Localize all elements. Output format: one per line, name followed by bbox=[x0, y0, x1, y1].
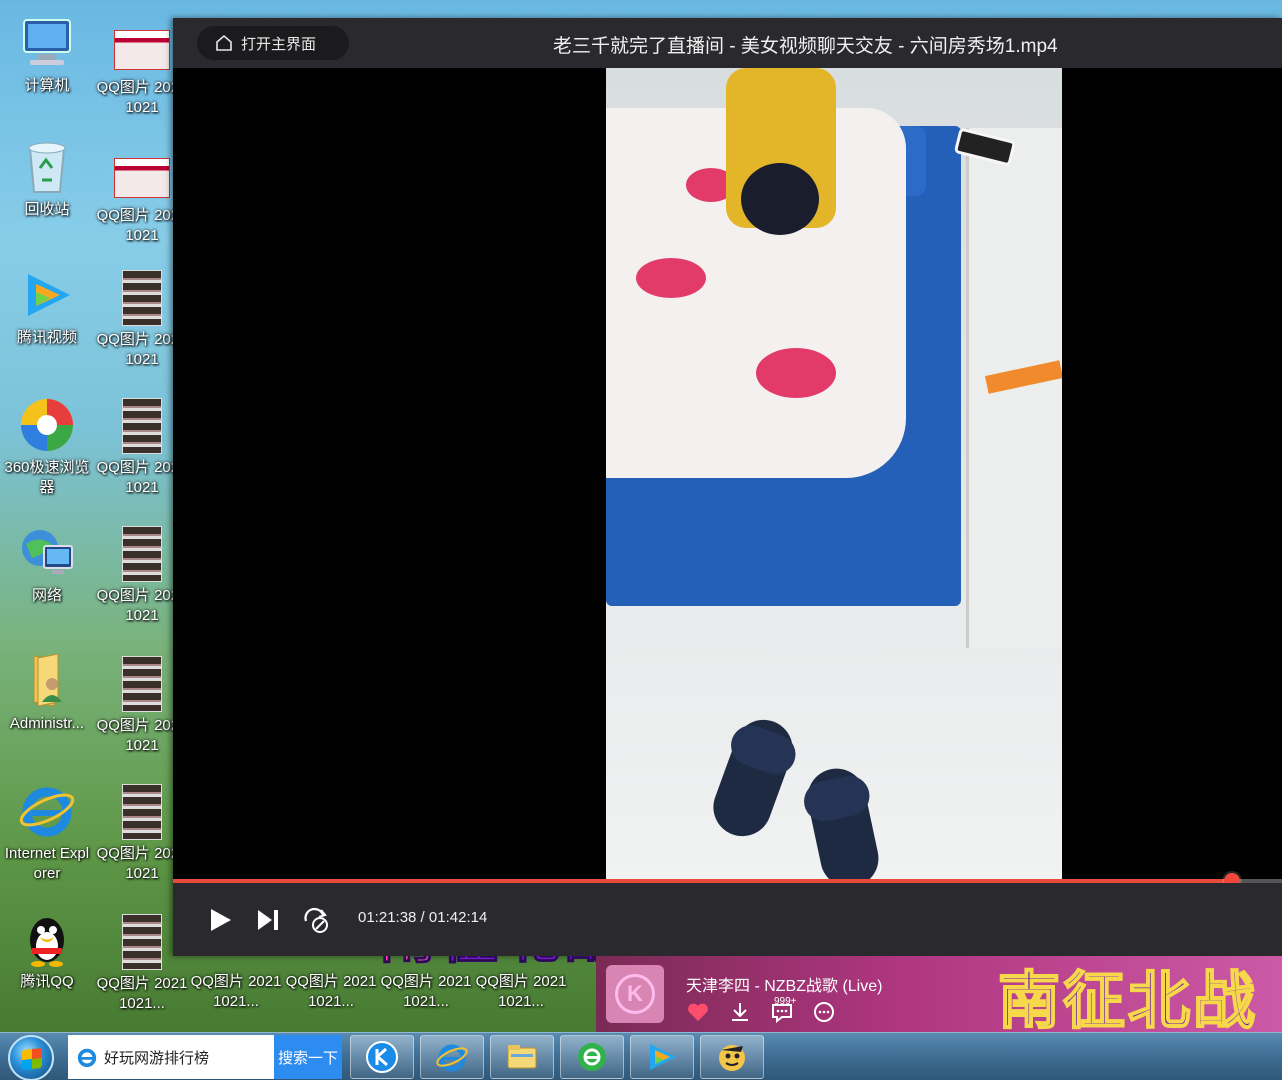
player-title: 老三千就完了直播间 - 美女视频聊天交友 - 六间房秀场1.mp4 bbox=[553, 36, 1058, 57]
taskbar-file-explorer[interactable] bbox=[490, 1035, 554, 1079]
desktop-icon-network[interactable]: 网络 bbox=[1, 524, 93, 606]
image-thumbnail bbox=[122, 914, 162, 970]
tencent-video-icon bbox=[18, 266, 76, 324]
video-scene-slipper bbox=[705, 711, 802, 845]
video-scene-flower bbox=[756, 348, 836, 398]
image-thumbnail bbox=[122, 784, 162, 840]
taskbar-browser[interactable] bbox=[560, 1035, 624, 1079]
image-thumbnail bbox=[114, 30, 170, 70]
taskbar-kugou[interactable] bbox=[350, 1035, 414, 1079]
desktop-icon-label: 腾讯视频 bbox=[16, 329, 77, 346]
video-scene-flower bbox=[636, 258, 706, 298]
tencent-video-icon bbox=[650, 1044, 676, 1070]
desktop-icon-label: 腾讯QQ bbox=[20, 973, 74, 990]
desktop-lyric: 南征北战 bbox=[997, 966, 1259, 1037]
taskbar-tencent-video[interactable] bbox=[630, 1035, 694, 1079]
song-title: 天津李四 - NZBZ战歌 (Live) bbox=[686, 978, 883, 995]
time-separator: / bbox=[416, 909, 429, 926]
total-time: 01:42:14 bbox=[428, 909, 488, 926]
player-controls: 01:21:38 / 01:42:14 bbox=[173, 883, 1282, 956]
taskbar-internet-explorer[interactable] bbox=[420, 1035, 484, 1079]
360-browser-icon bbox=[18, 396, 76, 454]
taskbar-avatar-app[interactable] bbox=[700, 1035, 764, 1079]
desktop-icon-tencent-qq[interactable]: 腾讯QQ bbox=[1, 910, 93, 992]
desktop-icon-administrator[interactable]: Administr... bbox=[1, 652, 93, 734]
network-icon bbox=[18, 524, 76, 582]
desktop-icon-recycle-bin[interactable]: 回收站 bbox=[1, 138, 93, 220]
desktop-icon-computer[interactable]: 计算机 bbox=[1, 14, 93, 96]
music-mini-player: K 天津李四 - NZBZ战歌 (Live) 999+ 南征北战 bbox=[596, 956, 1282, 1037]
player-titlebar[interactable]: 打开主界面 老三千就完了直播间 - 美女视频聊天交友 - 六间房秀场1.mp4 bbox=[173, 18, 1282, 68]
start-button[interactable] bbox=[8, 1035, 54, 1080]
download-icon[interactable] bbox=[728, 1000, 752, 1024]
time-readout: 01:21:38 / 01:42:14 bbox=[358, 909, 487, 926]
cartoon-avatar-icon bbox=[719, 1045, 745, 1071]
image-thumbnail bbox=[114, 158, 170, 198]
ie-small-icon bbox=[77, 1048, 97, 1068]
image-thumbnail bbox=[122, 398, 162, 454]
desktop-file-label: QQ图片 20211021... bbox=[190, 973, 282, 1010]
image-thumbnail bbox=[122, 526, 162, 582]
video-player-window: 打开主界面 老三千就完了直播间 - 美女视频聊天交友 - 六间房秀场1.mp4 … bbox=[173, 18, 1282, 971]
open-main-interface-label: 打开主界面 bbox=[241, 35, 317, 53]
desktop-icon-label: 360极速浏览器 bbox=[4, 459, 90, 496]
desktop-icon-label: Internet Explorer bbox=[4, 845, 90, 882]
desktop-icon-label: 网络 bbox=[31, 587, 62, 604]
desktop-icon-label: Administr... bbox=[9, 715, 85, 732]
qq-penguin-icon bbox=[18, 910, 76, 968]
recycle-bin-icon bbox=[18, 138, 76, 196]
computer-icon bbox=[18, 14, 76, 72]
desktop-file-label: QQ图片 20211021... bbox=[475, 973, 567, 1010]
kugou-icon bbox=[366, 1041, 398, 1073]
image-thumbnail bbox=[122, 656, 162, 712]
taskbar: 好玩网游排行榜 搜索一下 bbox=[0, 1032, 1282, 1080]
image-thumbnail bbox=[122, 270, 162, 326]
desktop-file-label: QQ图片 20211021... bbox=[380, 973, 472, 1010]
desktop-file-qq-image[interactable]: QQ图片 20211021... bbox=[190, 956, 282, 1012]
ie-icon bbox=[436, 1044, 468, 1072]
video-canvas[interactable]: 南征北战 不服就干 bbox=[173, 68, 1282, 971]
desktop-icon-label: 回收站 bbox=[24, 201, 70, 218]
open-main-interface-button[interactable]: 打开主界面 bbox=[197, 26, 349, 60]
windows-logo-icon bbox=[22, 1047, 42, 1071]
album-art[interactable]: K bbox=[606, 965, 664, 1023]
current-time: 01:21:38 bbox=[358, 909, 417, 926]
user-folder-icon bbox=[18, 652, 76, 710]
desktop-icon-360-browser[interactable]: 360极速浏览器 bbox=[1, 396, 93, 498]
video-scene-slipper bbox=[800, 763, 884, 879]
loop-timer-icon[interactable] bbox=[301, 905, 331, 935]
video-scene-child-head bbox=[741, 163, 819, 235]
ie-icon bbox=[18, 782, 76, 840]
desktop-icon-tencent-video[interactable]: 腾讯视频 bbox=[1, 266, 93, 348]
kugou-logo-icon: K bbox=[615, 974, 655, 1014]
more-icon[interactable] bbox=[812, 1000, 836, 1024]
heart-icon[interactable] bbox=[686, 1000, 710, 1024]
desktop-file-label: QQ图片 20211021... bbox=[285, 973, 377, 1010]
desktop-icon-label: 计算机 bbox=[24, 77, 70, 94]
home-icon bbox=[216, 34, 232, 51]
taskbar-search-box[interactable]: 好玩网游排行榜 bbox=[68, 1035, 274, 1079]
video-frame bbox=[606, 68, 1062, 879]
comment-count-badge: 999+ bbox=[774, 996, 797, 1007]
folder-icon bbox=[507, 1045, 537, 1069]
green-e-browser-icon bbox=[578, 1043, 606, 1071]
play-icon[interactable] bbox=[205, 905, 235, 935]
desktop-icon-internet-explorer[interactable]: Internet Explorer bbox=[1, 782, 93, 884]
desktop-file-qq-image[interactable]: QQ图片 20211021... bbox=[285, 956, 377, 1012]
next-track-icon[interactable] bbox=[253, 905, 283, 935]
search-text: 好玩网游排行榜 bbox=[104, 1049, 210, 1067]
music-actions bbox=[686, 1000, 836, 1024]
desktop-file-label: QQ图片 20211021... bbox=[96, 975, 188, 1012]
search-button[interactable]: 搜索一下 bbox=[274, 1035, 342, 1079]
